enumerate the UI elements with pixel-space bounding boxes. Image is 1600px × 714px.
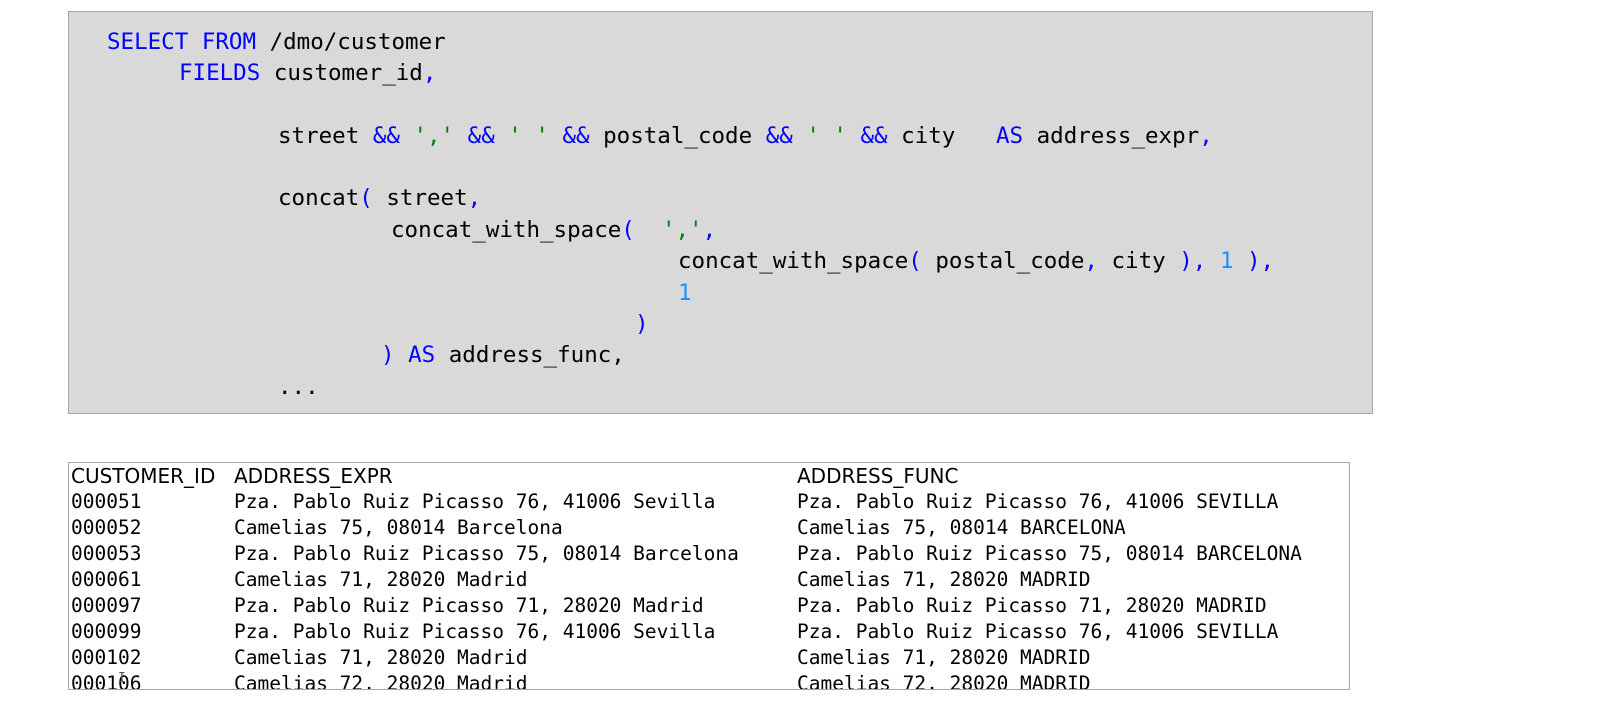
number-one: 1: [1219, 248, 1234, 274]
concat-with-space-function: concat_with_space: [391, 217, 622, 243]
select-keyword: SELECT: [107, 29, 189, 55]
table-row: 000106 Camelias 72, 28020 Madrid Camelia…: [69, 671, 1349, 690]
field-postal-code: postal_code: [603, 123, 753, 149]
column-header-customer-id: CUSTOMER_ID: [71, 464, 216, 488]
fields-keyword: FIELDS: [179, 60, 261, 86]
as-keyword: AS: [408, 342, 436, 368]
concat-with-space-function: concat_with_space: [678, 248, 909, 274]
code-line-select: SELECT FROM /dmo/customer: [107, 28, 446, 56]
cell-address-func: Pza. Pablo Ruiz Picasso 76, 41006 SEVILL…: [797, 490, 1279, 513]
table-name: /dmo/customer: [269, 29, 446, 55]
table-row: 000061 Camelias 71, 28020 Madrid Camelia…: [69, 567, 1349, 593]
cell-address-expr: Pza. Pablo Ruiz Picasso 71, 28020 Madrid: [234, 594, 704, 617]
code-line-concat: concat( street,: [278, 184, 481, 212]
open-paren: (: [359, 185, 373, 211]
open-paren: (: [621, 217, 635, 243]
cell-address-func: Camelias 72, 28020 MADRID: [797, 672, 1091, 690]
cell-customer-id: 000102: [71, 646, 142, 669]
result-table: CUSTOMER_ID ADDRESS_EXPR ADDRESS_FUNC 00…: [68, 462, 1350, 690]
close-paren: ): [381, 342, 395, 368]
table-row: 000099 Pza. Pablo Ruiz Picasso 76, 41006…: [69, 619, 1349, 645]
comma-punct: ,: [611, 342, 625, 368]
code-line-number: 1: [678, 279, 692, 307]
field-street: street: [386, 185, 468, 211]
cell-customer-id: 000106: [71, 672, 142, 690]
concat-operator: &&: [562, 123, 590, 149]
code-line-close-paren: ): [635, 310, 649, 338]
table-row: 000052 Camelias 75, 08014 Barcelona Came…: [69, 515, 1349, 541]
comma-punct: ,: [1192, 248, 1207, 274]
cell-customer-id: 000051: [71, 490, 142, 513]
number-one: 1: [678, 280, 692, 306]
string-comma-literal: ',': [661, 217, 703, 243]
string-comma-literal: ',': [413, 123, 455, 149]
field-street: street: [278, 123, 360, 149]
cell-address-expr: Camelias 71, 28020 Madrid: [234, 646, 528, 669]
as-keyword: AS: [995, 123, 1024, 149]
close-paren: ): [1246, 248, 1261, 274]
concat-operator: &&: [860, 123, 888, 149]
cell-address-expr: Pza. Pablo Ruiz Picasso 76, 41006 Sevill…: [234, 490, 716, 513]
cell-address-func: Pza. Pablo Ruiz Picasso 75, 08014 BARCEL…: [797, 542, 1302, 565]
table-row: 000053 Pza. Pablo Ruiz Picasso 75, 08014…: [69, 541, 1349, 567]
code-line-concat-with-space-inner: concat_with_space( postal_code, city ), …: [678, 247, 1274, 275]
code-line-ellipsis: ...: [278, 373, 319, 401]
cell-customer-id: 000099: [71, 620, 142, 643]
code-line-address-func: ) AS address_func,: [381, 341, 625, 369]
field-postal-code: postal_code: [935, 248, 1085, 274]
cell-address-expr: Camelias 75, 08014 Barcelona: [234, 516, 563, 539]
table-row: 000102 Camelias 71, 28020 Madrid Camelia…: [69, 645, 1349, 671]
concat-function: concat: [278, 185, 360, 211]
alias-address-expr: address_expr: [1036, 123, 1200, 149]
cell-customer-id: 000052: [71, 516, 142, 539]
open-paren: (: [908, 248, 922, 274]
from-keyword: FROM: [201, 29, 257, 55]
cell-customer-id: 000097: [71, 594, 142, 617]
cell-address-expr: Pza. Pablo Ruiz Picasso 75, 08014 Barcel…: [234, 542, 739, 565]
comma-punct: ,: [467, 185, 482, 211]
text-cursor-icon: I: [118, 671, 126, 686]
code-panel: SELECT FROM /dmo/customer FIELDS custome…: [68, 11, 1373, 414]
cell-address-func: Pza. Pablo Ruiz Picasso 76, 41006 SEVILL…: [797, 620, 1279, 643]
field-city: city: [901, 123, 956, 149]
string-space-literal: ' ': [806, 123, 847, 149]
cell-customer-id: 000061: [71, 568, 142, 591]
alias-address-func: address_func: [448, 342, 612, 368]
comma-punct: ,: [702, 217, 717, 243]
string-space-literal: ' ': [508, 123, 549, 149]
comma-punct: ,: [1199, 123, 1213, 149]
table-header-row: CUSTOMER_ID ADDRESS_EXPR ADDRESS_FUNC: [69, 463, 1349, 489]
column-header-address-func: ADDRESS_FUNC: [797, 464, 959, 488]
column-header-address-expr: ADDRESS_EXPR: [234, 464, 393, 488]
ellipsis: ...: [278, 374, 319, 400]
cell-address-expr: Camelias 72, 28020 Madrid: [234, 672, 528, 690]
cell-address-func: Camelias 75, 08014 BARCELONA: [797, 516, 1126, 539]
field-city: city: [1111, 248, 1166, 274]
comma-punct: ,: [422, 60, 437, 86]
comma-punct: ,: [1084, 248, 1098, 274]
table-row: 000051 Pza. Pablo Ruiz Picasso 76, 41006…: [69, 489, 1349, 515]
concat-operator: &&: [765, 123, 793, 149]
cell-address-expr: Camelias 71, 28020 Madrid: [234, 568, 528, 591]
code-line-address-expr: street && ',' && ' ' && postal_code && '…: [278, 122, 1213, 150]
comma-punct: ,: [1260, 248, 1275, 274]
concat-operator: &&: [372, 123, 400, 149]
table-row: 000097 Pza. Pablo Ruiz Picasso 71, 28020…: [69, 593, 1349, 619]
close-paren: ): [635, 311, 649, 337]
field-customer-id: customer_id: [273, 60, 423, 86]
concat-operator: &&: [467, 123, 495, 149]
cell-address-func: Camelias 71, 28020 MADRID: [797, 646, 1091, 669]
code-line-fields: FIELDS customer_id,: [179, 59, 436, 87]
code-line-concat-with-space-outer: concat_with_space( ',',: [391, 216, 716, 244]
cell-address-func: Pza. Pablo Ruiz Picasso 71, 28020 MADRID: [797, 594, 1267, 617]
cell-customer-id: 000053: [71, 542, 142, 565]
close-paren: ): [1179, 248, 1193, 274]
cell-address-func: Camelias 71, 28020 MADRID: [797, 568, 1091, 591]
cell-address-expr: Pza. Pablo Ruiz Picasso 76, 41006 Sevill…: [234, 620, 716, 643]
